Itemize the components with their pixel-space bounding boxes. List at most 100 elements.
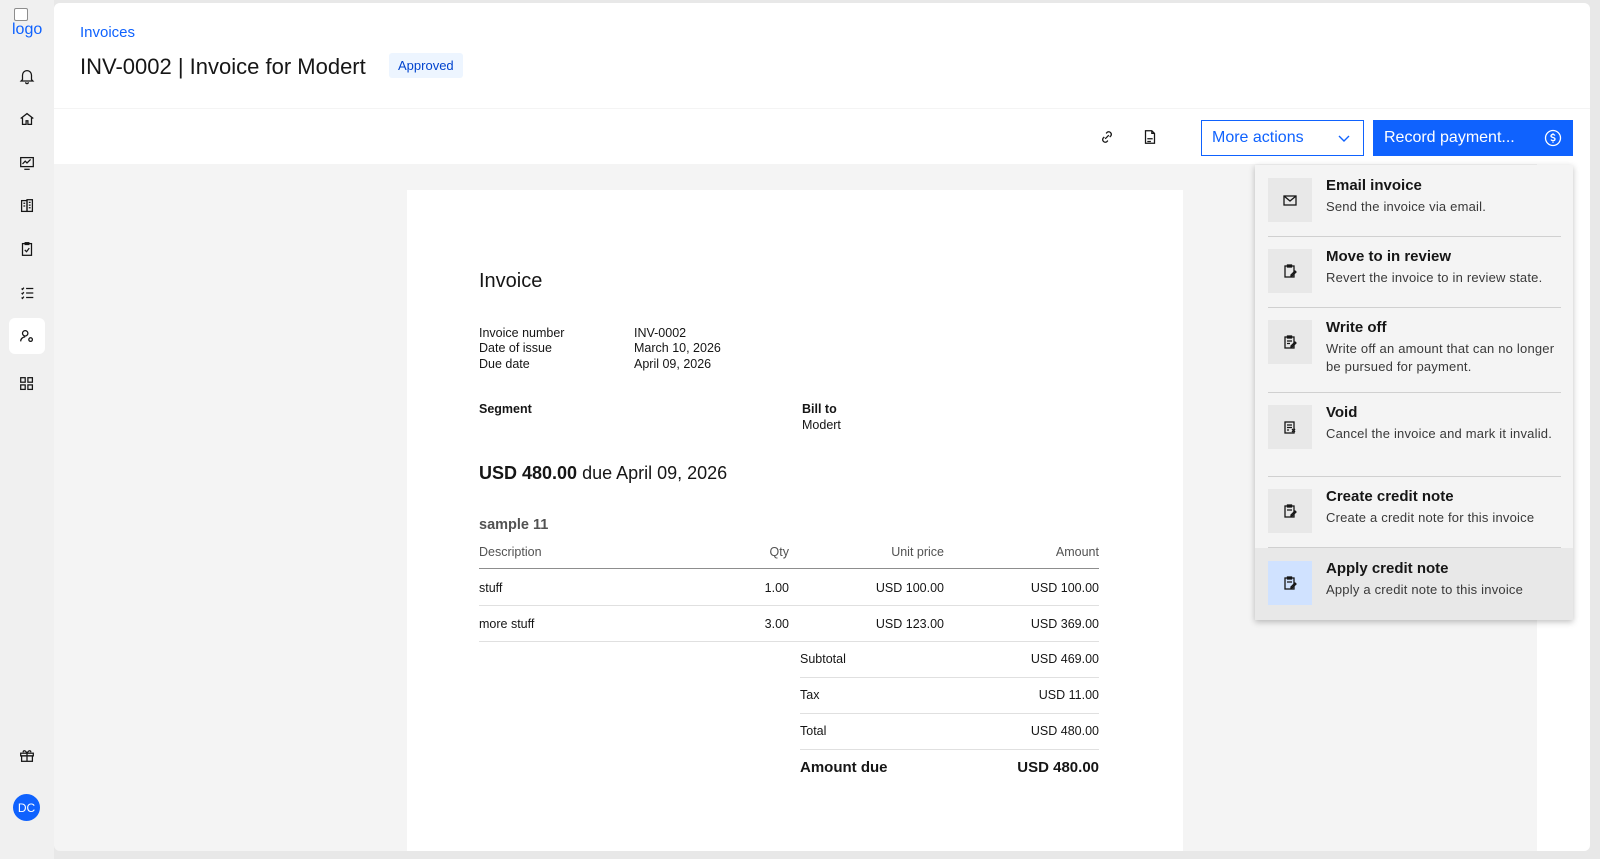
- row-divider: [800, 713, 1099, 714]
- menu-item-move-to-review[interactable]: Move to in review Revert the invoice to …: [1255, 237, 1573, 307]
- meta-value: INV-0002: [634, 326, 687, 340]
- link-icon: [1102, 131, 1112, 143]
- table-header-divider: [479, 568, 1099, 569]
- tax-value: USD 11.00: [1038, 688, 1099, 702]
- line-amount: USD 369.00: [1030, 617, 1099, 631]
- more-actions-label: More actions: [1212, 129, 1304, 146]
- dashboard-icon: [20, 156, 34, 170]
- tax-label: Tax: [800, 688, 820, 702]
- menu-item-description: Cancel the invoice and mark it invalid.: [1326, 426, 1553, 441]
- notifications-button[interactable]: [9, 58, 45, 94]
- segment-label: Segment: [479, 402, 532, 416]
- dashboard-button[interactable]: [9, 145, 45, 181]
- menu-item-title: Void: [1326, 404, 1358, 421]
- tasks-button[interactable]: [9, 275, 45, 311]
- record-payment-label: Record payment...: [1384, 129, 1515, 146]
- user-settings-icon: [20, 329, 34, 343]
- currency-dollar-icon: [1544, 129, 1562, 147]
- document-edit-icon: [1268, 320, 1312, 364]
- user-avatar[interactable]: DC: [13, 794, 40, 821]
- row-divider: [479, 641, 1099, 642]
- column-header-unit-price: Unit price: [891, 545, 944, 559]
- row-divider: [479, 605, 1099, 606]
- main-panel: Invoices INV-0002 | Invoice for Modert A…: [54, 3, 1590, 851]
- row-divider: [800, 677, 1099, 678]
- menu-item-title: Apply credit note: [1326, 560, 1449, 577]
- pdf-icon: [1144, 130, 1156, 144]
- meta-value: April 09, 2026: [634, 357, 712, 371]
- chevron-down-icon: [1338, 135, 1350, 142]
- gift-icon: [20, 750, 34, 762]
- menu-item-description: Revert the invoice to in review state.: [1326, 270, 1543, 285]
- download-pdf-button[interactable]: [1139, 126, 1161, 148]
- line-description: stuff: [479, 581, 503, 595]
- bill-to-label: Bill to: [802, 402, 837, 416]
- status-badge: Approved: [389, 53, 463, 78]
- meta-label: Invoice number: [479, 326, 565, 340]
- companies-button[interactable]: [9, 188, 45, 224]
- line-unit-price: USD 123.00: [875, 617, 944, 631]
- menu-item-title: Create credit note: [1326, 488, 1454, 505]
- menu-item-description: Create a credit note for this invoice: [1326, 510, 1535, 525]
- subtotal-value: USD 469.00: [1030, 652, 1099, 666]
- document-apply-icon: [1268, 561, 1312, 605]
- column-header-amount: Amount: [1055, 545, 1099, 559]
- total-value: USD 480.00: [1030, 724, 1099, 738]
- line-group-title: sample 11: [479, 517, 549, 533]
- amount-due-summary: USD 480.00 due April 09, 2026: [479, 463, 727, 484]
- meta-label: Due date: [479, 357, 530, 371]
- menu-item-create-credit-note[interactable]: Create credit note Create a credit note …: [1255, 477, 1573, 547]
- home-button[interactable]: [9, 101, 45, 137]
- bell-icon: [19, 69, 35, 85]
- more-actions-menu: Email invoice Send the invoice via email…: [1255, 165, 1573, 620]
- document-review-icon: [1268, 249, 1312, 293]
- broken-image-icon: [14, 8, 28, 21]
- email-icon: [1268, 178, 1312, 222]
- left-nav-rail: logo DC: [0, 0, 54, 859]
- invoice-document: Invoice Invoice number INV-0002 Date of …: [407, 190, 1183, 851]
- row-divider: [800, 749, 1099, 750]
- line-qty: 1.00: [764, 581, 789, 595]
- line-amount: USD 100.00: [1030, 581, 1099, 595]
- page-header: Invoices INV-0002 | Invoice for Modert A…: [54, 3, 1590, 108]
- line-description: more stuff: [479, 617, 535, 631]
- customers-button[interactable]: [9, 318, 45, 354]
- line-unit-price: USD 100.00: [875, 581, 944, 595]
- clipboard-check-icon: [21, 242, 33, 256]
- menu-item-title: Write off: [1326, 319, 1387, 336]
- menu-item-description: Apply a credit note to this invoice: [1326, 582, 1524, 597]
- menu-item-write-off[interactable]: Write off Write off an amount that can n…: [1255, 308, 1573, 392]
- amount-due-label: Amount due: [800, 759, 888, 776]
- bill-to-name: Modert: [802, 418, 841, 432]
- approvals-button[interactable]: [9, 231, 45, 267]
- subtotal-label: Subtotal: [800, 652, 846, 666]
- menu-item-description: Send the invoice via email.: [1326, 199, 1487, 214]
- line-qty: 3.00: [764, 617, 789, 631]
- menu-item-apply-credit-note[interactable]: Apply credit note Apply a credit note to…: [1255, 548, 1573, 620]
- meta-value: March 10, 2026: [634, 341, 721, 355]
- due-amount: USD 480.00: [479, 463, 578, 483]
- document-credit-icon: [1268, 489, 1312, 533]
- breadcrumb-invoices[interactable]: Invoices: [80, 24, 135, 41]
- apps-button[interactable]: [9, 366, 45, 402]
- more-actions-dropdown[interactable]: More actions: [1201, 120, 1364, 156]
- home-icon: [20, 112, 34, 126]
- menu-item-description: Write off an amount that can no longer b…: [1326, 341, 1555, 374]
- apps-icon: [20, 377, 34, 391]
- action-toolbar: More actions Record payment...: [54, 109, 1590, 164]
- document-void-icon: [1268, 405, 1312, 449]
- copy-link-button[interactable]: [1096, 126, 1118, 148]
- menu-item-email-invoice[interactable]: Email invoice Send the invoice via email…: [1255, 165, 1573, 236]
- menu-item-title: Email invoice: [1326, 177, 1422, 194]
- column-header-description: Description: [479, 545, 542, 559]
- logo[interactable]: logo: [12, 8, 46, 46]
- meta-label: Date of issue: [479, 341, 552, 355]
- menu-item-void[interactable]: Void Cancel the invoice and mark it inva…: [1255, 393, 1573, 476]
- column-header-qty: Qty: [769, 545, 789, 559]
- total-label: Total: [800, 724, 827, 738]
- invoice-heading: Invoice: [479, 270, 543, 292]
- record-payment-button[interactable]: Record payment...: [1373, 120, 1573, 156]
- menu-item-title: Move to in review: [1326, 248, 1452, 265]
- building-icon: [20, 199, 34, 213]
- gift-button[interactable]: [9, 737, 45, 773]
